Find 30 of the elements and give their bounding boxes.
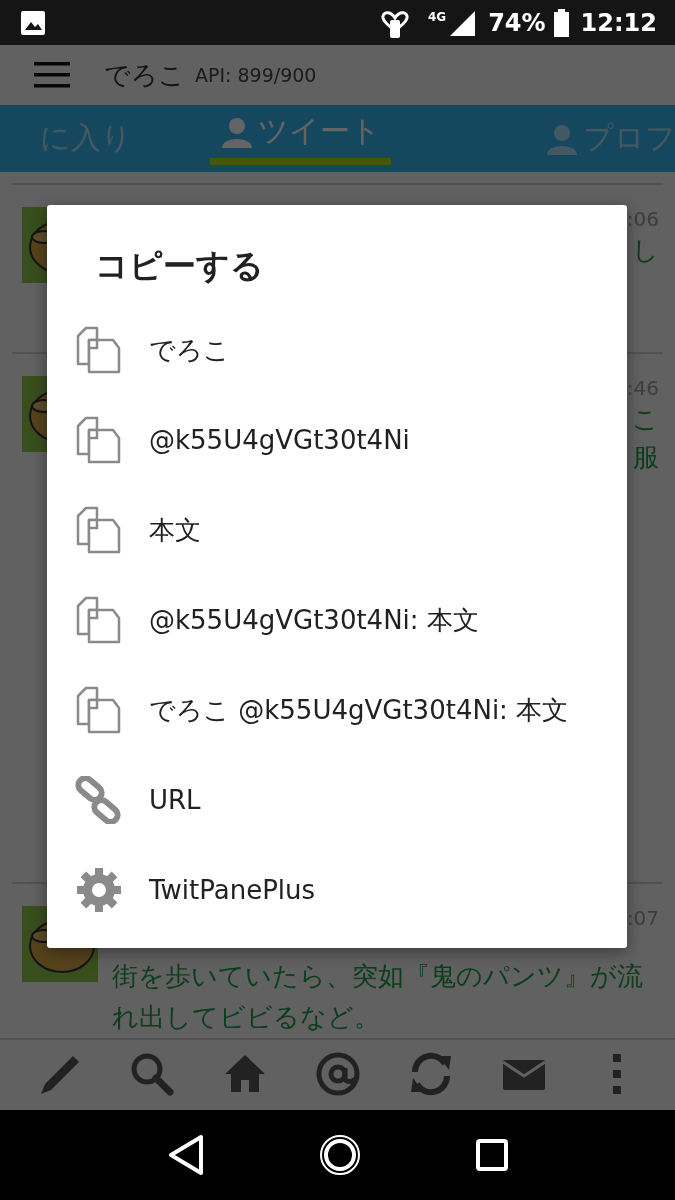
clock: 12:12 [580, 8, 657, 37]
copy-icon [75, 686, 123, 734]
copy-icon [75, 506, 123, 554]
tweet-text: 街を歩いていたら、突如『鬼のパンツ』が流れ出してビビるなど。 [112, 960, 644, 1034]
menu-item[interactable]: @k55U4gVGt30t4Ni [47, 395, 627, 485]
copy-icon [75, 596, 123, 644]
battery-icon [553, 8, 569, 37]
tweet-text: し [632, 234, 659, 267]
copy-icon [75, 416, 123, 464]
tweet-text: こ [632, 403, 659, 436]
settings-icon [75, 866, 123, 914]
menu-item[interactable]: でろこ @k55U4gVGt30t4Ni: 本文 [47, 665, 627, 755]
recents-icon[interactable] [475, 1139, 508, 1171]
back-icon[interactable] [167, 1133, 206, 1177]
menu-item[interactable]: でろこ [47, 305, 627, 395]
link-icon [75, 776, 123, 824]
menu-item[interactable]: 本文 [47, 485, 627, 575]
menu-item[interactable]: TwitPanePlus [47, 845, 627, 935]
network-label: 4G [427, 10, 447, 24]
tweet-text: 服 [633, 441, 659, 474]
home-button-icon[interactable] [319, 1134, 362, 1176]
account-name: でろこ [104, 58, 185, 92]
api-counter: API: 899/900 [195, 64, 317, 86]
menu-item[interactable]: @k55U4gVGt30t4Ni: 本文 [47, 575, 627, 665]
image-icon [20, 9, 46, 36]
copy-icon [75, 326, 123, 374]
dialog-title: コピーする [95, 245, 264, 287]
menu-icon[interactable] [34, 62, 70, 88]
battery-percent: 74% [488, 8, 546, 37]
menu-item[interactable]: URL [47, 755, 627, 845]
